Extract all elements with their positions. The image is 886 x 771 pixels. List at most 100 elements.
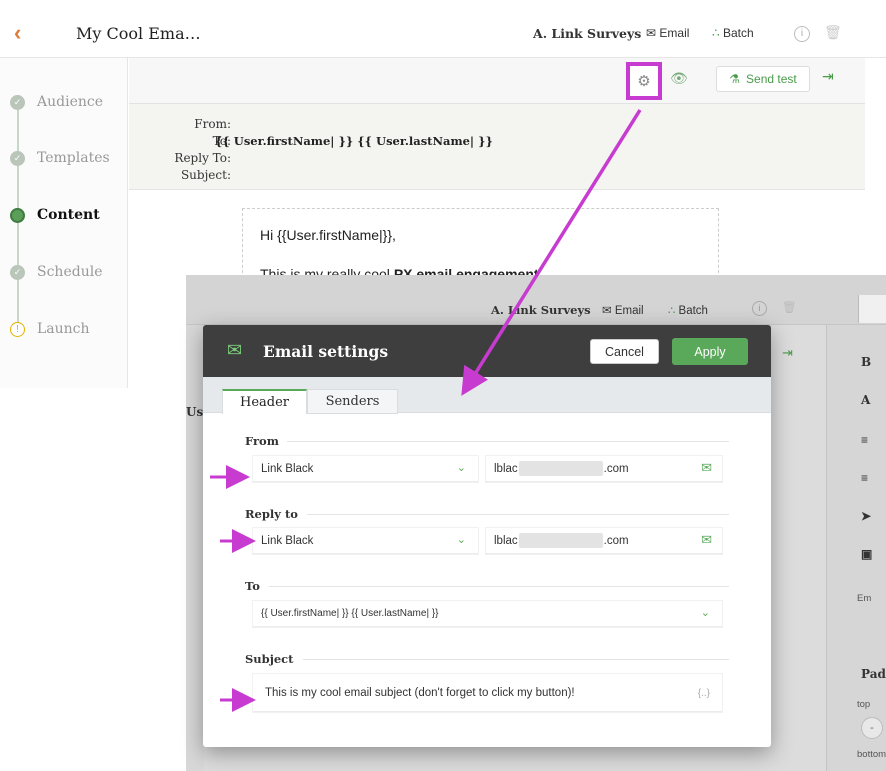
overlay-left-edge bbox=[186, 325, 204, 771]
current-step-icon bbox=[10, 207, 25, 223]
from-email-input[interactable]: lblac .com ✉ bbox=[486, 456, 722, 482]
email-type[interactable]: ✉ Email bbox=[646, 26, 689, 40]
apply-button[interactable]: Apply bbox=[672, 338, 748, 365]
chevron-down-icon: ⌄ bbox=[456, 462, 466, 474]
dialog-header: ✉ Email settings Cancel Apply bbox=[203, 325, 771, 377]
reply-to-email-input[interactable]: lblac .com ✉ bbox=[486, 528, 722, 554]
envelope-icon: ✉ bbox=[646, 26, 657, 40]
divider bbox=[287, 441, 729, 442]
indent-icon: ≡ bbox=[861, 471, 869, 485]
info-icon[interactable]: i bbox=[794, 26, 810, 42]
redacted-block bbox=[518, 533, 603, 548]
warning-icon: ! bbox=[10, 321, 25, 337]
tab-senders[interactable]: Senders bbox=[307, 389, 398, 414]
merge-field-icon[interactable]: {..} bbox=[698, 688, 710, 699]
overlay-clipped-label: Us bbox=[186, 405, 204, 419]
pointer-icon: ➤ bbox=[861, 509, 872, 523]
flask-icon: ⚗ bbox=[729, 72, 741, 86]
preview-eye-icon[interactable]: 👁 bbox=[670, 70, 688, 87]
align-icon: ≡ bbox=[861, 433, 869, 447]
survey-name[interactable]: A. Link Surveys bbox=[533, 26, 641, 41]
trash-icon[interactable]: 🗑 bbox=[824, 24, 842, 41]
send-test-label: Send test bbox=[746, 72, 797, 86]
divider bbox=[303, 659, 729, 660]
export-icon: ⇥ bbox=[782, 345, 793, 360]
to-recipient-value: {{ User.firstName| }} {{ User.lastName| … bbox=[261, 608, 439, 619]
from-section-label: From bbox=[245, 434, 279, 448]
font-button: A bbox=[861, 393, 871, 407]
from-email-end: .com bbox=[603, 462, 629, 475]
overlay-batch-type: ∴ Batch bbox=[668, 303, 708, 317]
overlay-toolbar-edge bbox=[858, 295, 886, 323]
reply-to-email-end: .com bbox=[603, 534, 629, 547]
batch-icon: ∴ bbox=[712, 26, 720, 40]
batch-type[interactable]: ∴ Batch bbox=[712, 26, 754, 40]
cancel-button[interactable]: Cancel bbox=[590, 339, 659, 364]
padding-top-label: top bbox=[857, 699, 871, 710]
divider bbox=[269, 586, 729, 587]
step-templates[interactable]: ✓ Templates bbox=[10, 148, 110, 168]
step-label: Templates bbox=[37, 150, 110, 166]
divider bbox=[307, 514, 729, 515]
from-sender-select[interactable]: Link Black ⌄ bbox=[253, 456, 478, 482]
check-icon: ✓ bbox=[10, 94, 25, 110]
from-sender-value: Link Black bbox=[261, 462, 314, 475]
reply-to-sender-select[interactable]: Link Black ⌄ bbox=[253, 528, 478, 554]
image-icon: ▣ bbox=[861, 547, 873, 561]
from-label: From: bbox=[194, 117, 231, 131]
subject-label: Subject: bbox=[180, 168, 231, 182]
envelope-icon[interactable]: ✉ bbox=[701, 460, 712, 476]
dialog-tabs: Header Senders bbox=[203, 377, 771, 414]
email-settings-icon: ✉ bbox=[227, 340, 243, 360]
email-settings-button[interactable]: ⚙ bbox=[626, 62, 662, 100]
check-icon: ✓ bbox=[10, 264, 25, 280]
info-icon: i bbox=[752, 301, 767, 316]
to-recipient-select[interactable]: {{ User.firstName| }} {{ User.lastName| … bbox=[253, 601, 722, 627]
overlay-email-label: Email bbox=[614, 305, 644, 317]
batch-type-label: Batch bbox=[722, 26, 754, 40]
top-bar: ‹ My Cool Ema… A. Link Surveys ✉ Email ∴… bbox=[0, 10, 886, 58]
chevron-down-icon: ⌄ bbox=[700, 607, 710, 619]
trash-icon: 🗑 bbox=[782, 302, 797, 314]
export-icon[interactable]: ⇥ bbox=[822, 68, 834, 85]
subject-section-label: Subject bbox=[245, 652, 294, 666]
step-label: Content bbox=[37, 207, 100, 223]
reply-to-email-start: lblac bbox=[494, 534, 518, 547]
email-type-label: Email bbox=[659, 26, 690, 40]
chevron-down-icon: ⌄ bbox=[456, 534, 466, 546]
email-settings-dialog: ✉ Email settings Cancel Apply Header Sen… bbox=[203, 325, 771, 747]
from-email-start: lblac bbox=[494, 462, 518, 475]
to-value: {{ User.firstName| }} {{ User.lastName| … bbox=[215, 134, 493, 148]
overlay-batch-label: Batch bbox=[678, 305, 708, 317]
overlay-top-bar: A. Link Surveys ✉ Email ∴ Batch i 🗑 bbox=[186, 275, 886, 325]
redacted-block bbox=[518, 461, 603, 476]
reply-to-label: Reply To: bbox=[174, 151, 231, 165]
subject-value: This is my cool email subject (don't for… bbox=[265, 686, 575, 699]
batch-icon: ∴ bbox=[668, 305, 676, 317]
overlay-email-type: ✉ Email bbox=[602, 303, 644, 317]
email-greeting: Hi {{User.firstName|}}, bbox=[260, 227, 396, 243]
email-settings-icon: ⚙ bbox=[637, 73, 651, 90]
subject-input[interactable]: This is my cool email subject (don't for… bbox=[253, 674, 722, 712]
padding-label: Paddi bbox=[861, 667, 886, 681]
reply-to-sender-value: Link Black bbox=[261, 534, 314, 547]
dialog-title: Email settings bbox=[263, 342, 389, 361]
check-icon: ✓ bbox=[10, 150, 25, 166]
step-launch[interactable]: ! Launch bbox=[10, 319, 90, 339]
step-schedule[interactable]: ✓ Schedule bbox=[10, 262, 102, 282]
step-audience[interactable]: ✓ Audience bbox=[10, 92, 103, 112]
overlay-survey-name: A. Link Surveys bbox=[491, 303, 591, 317]
step-label: Schedule bbox=[37, 264, 103, 280]
reply-to-section-label: Reply to bbox=[245, 507, 298, 521]
envelope-icon: ✉ bbox=[602, 305, 612, 317]
step-content[interactable]: Content bbox=[10, 205, 100, 225]
back-chevron-icon[interactable]: ‹ bbox=[14, 20, 21, 46]
padding-decrement-button: - bbox=[861, 717, 883, 739]
send-test-button[interactable]: ⚗ Send test bbox=[716, 66, 810, 92]
step-label: Launch bbox=[37, 321, 90, 337]
padding-bottom-label: bottom bbox=[857, 749, 886, 760]
em-label: Em bbox=[857, 593, 872, 604]
envelope-icon[interactable]: ✉ bbox=[701, 532, 712, 548]
overlay-style-panel: B A ≡ ≡ ➤ ▣ Em Paddi top - bottom bbox=[826, 325, 886, 771]
tab-header[interactable]: Header bbox=[222, 389, 307, 414]
